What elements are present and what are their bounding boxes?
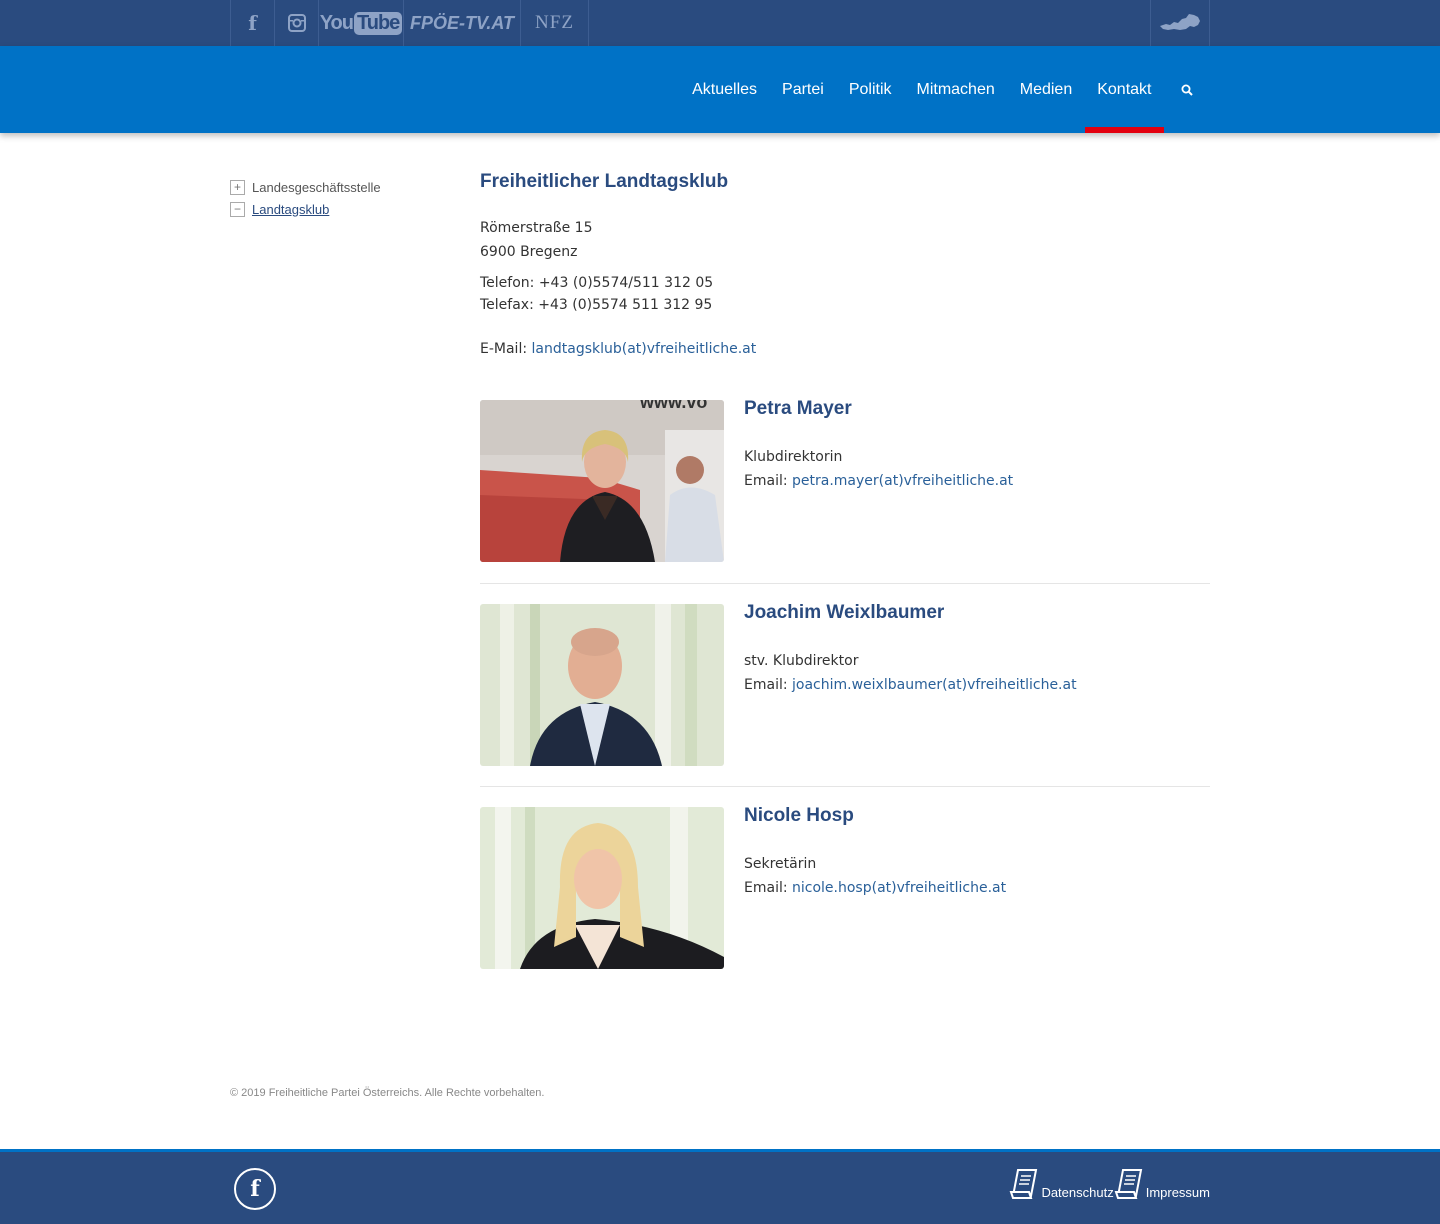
austria-map-link[interactable] (1150, 0, 1210, 46)
datenschutz-link[interactable]: Datenschutz (1009, 1168, 1114, 1200)
person-email: Email: nicole.hosp(at)vfreiheitliche.at (744, 876, 1006, 900)
person-role: Klubdirektorin (744, 449, 843, 465)
top-social-bar: f You Tube FPÖE-TV.AT NFZ (0, 0, 1440, 46)
person-name: Petra Mayer (744, 398, 852, 419)
person-photo (480, 807, 724, 969)
footer-links: Datenschutz Impressum (1009, 1168, 1210, 1200)
main-nav: Aktuelles Partei Politik Mitmachen Medie… (680, 46, 1210, 133)
instagram-link[interactable] (274, 0, 318, 46)
person-role: stv. Klubdirektor (744, 653, 859, 669)
email-label: Email: (744, 677, 788, 693)
nav-medien[interactable]: Medien (1007, 46, 1084, 133)
page-title: Freiheitlicher Landtagsklub (480, 171, 729, 192)
person-card: www.vo Petra Mayer Klubdirektorin Email:… (480, 398, 1210, 583)
person-info: Petra Mayer Klubdirektorin Email: petra.… (744, 398, 1013, 583)
person-info: Nicole Hosp Sekretärin Email: nicole.hos… (744, 805, 1006, 989)
phone-block: Telefon: +43 (0)5574/511 312 05 Telefax:… (480, 272, 1210, 316)
expand-icon[interactable]: + (230, 179, 245, 195)
social-links: f You Tube FPÖE-TV.AT NFZ (230, 0, 589, 46)
person-role: Sekretärin (744, 856, 817, 872)
phone: Telefon: +43 (0)5574/511 312 05 (480, 275, 714, 291)
fax: Telefax: +43 (0)5574 511 312 95 (480, 297, 713, 313)
facebook-icon: f (248, 11, 257, 35)
document-icon (1010, 1169, 1038, 1199)
main-content: Freiheitlicher Landtagsklub Römerstraße … (480, 168, 1210, 989)
person-email: Email: petra.mayer(at)vfreiheitliche.at (744, 469, 1013, 493)
copyright-text: © 2019 Freiheitliche Partei Österreichs.… (230, 1087, 545, 1099)
person-email: Email: joachim.weixlbaumer(at)vfreiheitl… (744, 673, 1077, 697)
sidebar-item-landesgeschaeftsstelle[interactable]: + Landesgeschäftsstelle (230, 176, 381, 198)
person-list: www.vo Petra Mayer Klubdirektorin Email:… (480, 398, 1210, 989)
person-email-link[interactable]: nicole.hosp(at)vfreiheitliche.at (792, 880, 1006, 896)
nav-aktuelles[interactable]: Aktuelles (680, 46, 770, 133)
person-card: Nicole Hosp Sekretärin Email: nicole.hos… (480, 786, 1210, 989)
main-navbar: Aktuelles Partei Politik Mitmachen Medie… (0, 46, 1440, 133)
sidebar-item-label[interactable]: Landtagsklub (252, 202, 329, 217)
document-icon (1114, 1169, 1142, 1199)
nfz-link[interactable]: NFZ (520, 0, 589, 46)
sidebar: + Landesgeschäftsstelle − Landtagsklub (230, 176, 381, 220)
instagram-icon (287, 14, 306, 32)
fpoe-tv-link[interactable]: FPÖE-TV.AT (403, 0, 520, 46)
person-name: Joachim Weixlbaumer (744, 602, 945, 623)
youtube-link[interactable]: You Tube (318, 0, 403, 46)
sidebar-item-label: Landesgeschäftsstelle (252, 179, 381, 195)
email-block: E-Mail: landtagsklub(at)vfreiheitliche.a… (480, 338, 1210, 360)
impressum-link[interactable]: Impressum (1114, 1168, 1210, 1200)
nav-kontakt[interactable]: Kontakt (1084, 46, 1165, 133)
nav-politik[interactable]: Politik (836, 46, 904, 133)
collapse-icon[interactable]: − (230, 201, 245, 217)
search-icon (1181, 84, 1193, 96)
svg-text:www.vo: www.vo (639, 400, 707, 412)
facebook-link[interactable]: f (230, 0, 274, 46)
nav-partei[interactable]: Partei (770, 46, 837, 133)
person-photo (480, 604, 724, 766)
email-label: E-Mail: (480, 341, 528, 357)
person-photo: www.vo (480, 400, 724, 562)
person-name: Nicole Hosp (744, 805, 854, 826)
person-email-link[interactable]: joachim.weixlbaumer(at)vfreiheitliche.at (792, 677, 1077, 693)
nav-mitmachen[interactable]: Mitmachen (904, 46, 1007, 133)
sidebar-item-landtagsklub[interactable]: − Landtagsklub (230, 198, 381, 220)
person-email-link[interactable]: petra.mayer(at)vfreiheitliche.at (792, 473, 1013, 489)
city: 6900 Bregenz (480, 244, 578, 260)
facebook-icon: f (250, 1176, 260, 1202)
email-label: Email: (744, 880, 788, 896)
address: Römerstraße 15 6900 Bregenz (480, 216, 1210, 264)
austria-map-icon (1160, 14, 1200, 30)
footer-facebook-link[interactable]: f (234, 1168, 276, 1210)
email-link[interactable]: landtagsklub(at)vfreiheitliche.at (532, 341, 757, 357)
email-label: Email: (744, 473, 788, 489)
person-card: Joachim Weixlbaumer stv. Klubdirektor Em… (480, 583, 1210, 786)
search-button[interactable] (1164, 46, 1210, 133)
street: Römerstraße 15 (480, 220, 593, 236)
person-info: Joachim Weixlbaumer stv. Klubdirektor Em… (744, 602, 1077, 786)
footer: f Datenschutz Impressum (0, 1149, 1440, 1224)
